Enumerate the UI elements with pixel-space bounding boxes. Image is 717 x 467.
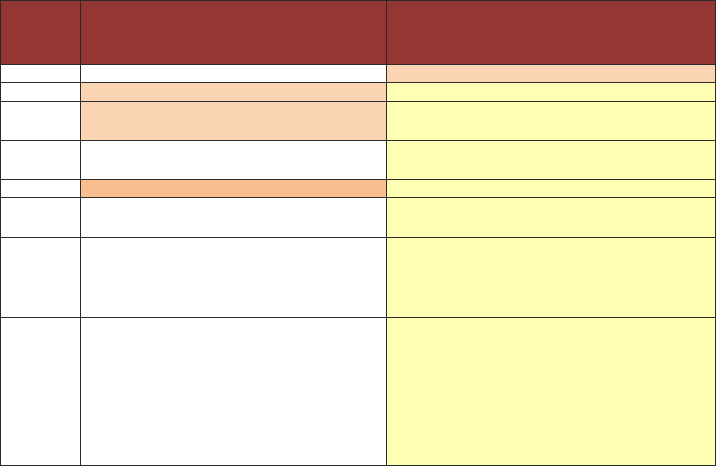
table-row	[0, 63, 717, 84]
table-cell	[385, 178, 717, 199]
table-cell	[0, 197, 82, 238]
header-cell-3	[385, 0, 717, 65]
data-table	[0, 0, 717, 467]
table-row	[0, 178, 717, 199]
table-cell	[80, 236, 387, 318]
table-row	[0, 236, 717, 318]
table-cell	[0, 178, 82, 199]
table-cell	[0, 100, 82, 141]
table-header-row	[0, 0, 717, 65]
table-row	[0, 197, 717, 238]
header-cell-1	[0, 0, 82, 65]
table-cell	[0, 63, 82, 84]
table-cell	[80, 139, 387, 180]
table-cell	[80, 100, 387, 141]
table-cell	[385, 316, 717, 467]
table-cell	[0, 82, 82, 102]
table-row	[0, 100, 717, 141]
table-row	[0, 82, 717, 102]
table-cell	[80, 82, 387, 102]
table-cell	[80, 178, 387, 199]
table-cell	[80, 63, 387, 84]
table-row	[0, 316, 717, 467]
document-page	[0, 0, 717, 467]
table-cell	[385, 100, 717, 141]
table-cell	[385, 236, 717, 318]
table-cell	[385, 197, 717, 238]
table-cell	[0, 316, 82, 467]
table-cell	[385, 82, 717, 102]
table-cell	[0, 139, 82, 180]
table-cell	[0, 236, 82, 318]
table-cell	[385, 63, 717, 84]
table-cell	[80, 316, 387, 467]
table-cell	[385, 139, 717, 180]
header-cell-2	[80, 0, 387, 65]
table-cell	[80, 197, 387, 238]
table-row	[0, 139, 717, 180]
